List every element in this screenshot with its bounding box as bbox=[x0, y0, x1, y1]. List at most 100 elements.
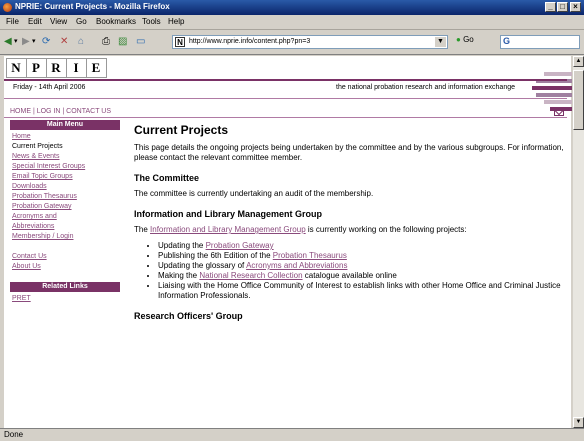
menu-bar: File Edit View Go Bookmarks Tools Help bbox=[0, 15, 584, 30]
list-item: Updating the Probation Gateway bbox=[158, 241, 566, 251]
back-dropdown-icon[interactable]: ▾ bbox=[14, 36, 18, 48]
sidebar-item-acronyms[interactable]: Acronyms and Abbreviations bbox=[12, 212, 82, 232]
project-text: Updating the glossary of bbox=[158, 261, 247, 270]
sidebar-item-about-us[interactable]: About Us bbox=[12, 262, 120, 272]
go-label: Go bbox=[463, 35, 474, 44]
menu-view[interactable]: View bbox=[50, 17, 67, 26]
list-item: Liaising with the Home Office Community … bbox=[158, 281, 566, 301]
sidebar-item-special-interest-groups[interactable]: Special Interest Groups bbox=[12, 162, 120, 172]
main-menu-title: Main Menu bbox=[10, 120, 120, 130]
intro-text: This page details the ongoing projects b… bbox=[134, 143, 564, 162]
navigation-toolbar: ◀ ▾ ▶ ▾ ⟳ ✕ ⌂ ⎙ ▨ ▭ N http://www.nprie.i… bbox=[0, 30, 584, 55]
mail-icon[interactable] bbox=[554, 109, 564, 116]
sidebar-item-probation-thesaurus[interactable]: Probation Thesaurus bbox=[12, 192, 120, 202]
sidebar-item-membership-login[interactable]: Membership / Login bbox=[12, 232, 120, 242]
sidebar-item-email-topic-groups[interactable]: Email Topic Groups bbox=[12, 172, 120, 182]
site-tagline: the national probation research and info… bbox=[336, 84, 516, 91]
status-bar: Done bbox=[0, 428, 584, 441]
menu-bookmarks[interactable]: Bookmarks bbox=[96, 17, 136, 26]
probation-thesaurus-link[interactable]: Probation Thesaurus bbox=[273, 251, 347, 260]
close-button[interactable]: × bbox=[570, 2, 581, 12]
top-navigation: HOME | LOG IN | CONTACT US bbox=[10, 108, 112, 115]
sidebar-item-news-events[interactable]: News & Events bbox=[12, 152, 120, 162]
window-icon[interactable]: ▭ bbox=[136, 36, 145, 48]
sidebar-item-pret[interactable]: PRET bbox=[12, 294, 120, 304]
forward-icon[interactable]: ▶ bbox=[22, 36, 30, 48]
logo-letter: E bbox=[91, 60, 102, 75]
project-text: Liaising with the Home Office Community … bbox=[158, 281, 561, 300]
project-text: Publishing the 6th Edition of the bbox=[158, 251, 273, 260]
sidebar-item-home[interactable]: Home bbox=[12, 132, 120, 142]
scroll-up-icon[interactable]: ▲ bbox=[573, 56, 584, 67]
list-item: Updating the glossary of Acronyms and Ab… bbox=[158, 261, 566, 271]
ilmg-intro: The Information and Library Management G… bbox=[134, 225, 566, 235]
address-bar[interactable]: N http://www.nprie.info/content.php?pn=3… bbox=[172, 35, 448, 49]
window-title: NPRIE: Current Projects - Mozilla Firefo… bbox=[15, 2, 170, 11]
main-menu-list: Home Current Projects News & Events Spec… bbox=[12, 132, 120, 272]
menu-file[interactable]: File bbox=[6, 17, 19, 26]
header-divider bbox=[4, 79, 567, 81]
current-date: Friday - 14th April 2006 bbox=[13, 84, 86, 91]
related-links-list: PRET bbox=[12, 294, 120, 304]
scroll-thumb[interactable] bbox=[573, 70, 584, 130]
menu-edit[interactable]: Edit bbox=[28, 17, 42, 26]
header-divider bbox=[4, 98, 567, 99]
nav-home-link[interactable]: HOME bbox=[10, 108, 31, 115]
menu-go[interactable]: Go bbox=[76, 17, 87, 26]
nav-divider bbox=[4, 117, 567, 118]
project-text: catalogue available online bbox=[302, 271, 397, 280]
sidebar: Main Menu Home Current Projects News & E… bbox=[10, 120, 120, 304]
firefox-icon bbox=[3, 3, 12, 12]
committee-text: The committee is currently undertaking a… bbox=[134, 189, 374, 198]
print-icon[interactable]: ⎙ bbox=[102, 36, 110, 48]
committee-heading: The Committee bbox=[134, 173, 200, 183]
go-icon: ● bbox=[456, 35, 461, 44]
home-icon[interactable]: ⌂ bbox=[78, 36, 84, 48]
project-text: Updating the bbox=[158, 241, 206, 250]
ilmg-heading: Information and Library Management Group bbox=[134, 209, 323, 219]
related-links-title: Related Links bbox=[10, 282, 120, 292]
probation-gateway-link[interactable]: Probation Gateway bbox=[206, 241, 274, 250]
reload-icon[interactable]: ⟳ bbox=[42, 36, 50, 48]
minimize-button[interactable]: _ bbox=[545, 2, 556, 12]
go-button[interactable]: ● Go bbox=[456, 35, 474, 44]
acronyms-link[interactable]: Acronyms and Abbreviations bbox=[246, 261, 347, 270]
print-preview-icon[interactable]: ▨ bbox=[118, 36, 127, 48]
ilmg-intro-post: is currently working on the following pr… bbox=[305, 225, 467, 234]
ilmg-link[interactable]: Information and Library Management Group bbox=[150, 225, 306, 234]
menu-tools[interactable]: Tools bbox=[142, 17, 161, 26]
project-list: Updating the Probation Gateway Publishin… bbox=[134, 241, 566, 301]
project-text: Making the bbox=[158, 271, 200, 280]
list-item: Publishing the 6th Edition of the Probat… bbox=[158, 251, 566, 261]
vertical-scrollbar[interactable]: ▲ ▼ bbox=[573, 56, 584, 428]
stop-icon[interactable]: ✕ bbox=[60, 36, 68, 48]
logo-letter: N bbox=[7, 59, 27, 77]
site-logo[interactable]: N P R I E bbox=[6, 58, 107, 78]
status-text: Done bbox=[4, 430, 24, 439]
main-content: Current Projects This page details the o… bbox=[134, 123, 566, 327]
menu-help[interactable]: Help bbox=[168, 17, 184, 26]
research-officers-heading: Research Officers' Group bbox=[134, 311, 243, 321]
search-input[interactable]: G bbox=[500, 35, 580, 49]
search-engine-icon: G bbox=[503, 36, 511, 46]
sidebar-item-downloads[interactable]: Downloads bbox=[12, 182, 120, 192]
list-item: Making the National Research Collection … bbox=[158, 271, 566, 281]
logo-letter: P bbox=[27, 59, 47, 77]
address-dropdown-icon[interactable]: ▼ bbox=[435, 37, 446, 47]
site-favicon-icon: N bbox=[175, 37, 185, 47]
sidebar-item-probation-gateway[interactable]: Probation Gateway bbox=[12, 202, 120, 212]
address-url: http://www.nprie.info/content.php?pn=3 bbox=[189, 38, 311, 45]
page-title: Current Projects bbox=[134, 123, 229, 137]
logo-letter: R bbox=[47, 59, 67, 77]
nav-contact-link[interactable]: CONTACT US bbox=[66, 108, 111, 115]
sidebar-item-contact-us[interactable]: Contact Us bbox=[12, 252, 120, 262]
sidebar-item-current-projects[interactable]: Current Projects bbox=[12, 142, 120, 152]
scroll-down-icon[interactable]: ▼ bbox=[573, 417, 584, 428]
ilmg-intro-pre: The bbox=[134, 225, 151, 234]
forward-dropdown-icon[interactable]: ▾ bbox=[32, 36, 36, 48]
nav-login-link[interactable]: LOG IN bbox=[37, 108, 61, 115]
national-research-collection-link[interactable]: National Research Collection bbox=[199, 271, 302, 280]
back-icon[interactable]: ◀ bbox=[4, 36, 12, 48]
window-titlebar: NPRIE: Current Projects - Mozilla Firefo… bbox=[0, 0, 584, 15]
maximize-button[interactable]: □ bbox=[557, 2, 568, 12]
